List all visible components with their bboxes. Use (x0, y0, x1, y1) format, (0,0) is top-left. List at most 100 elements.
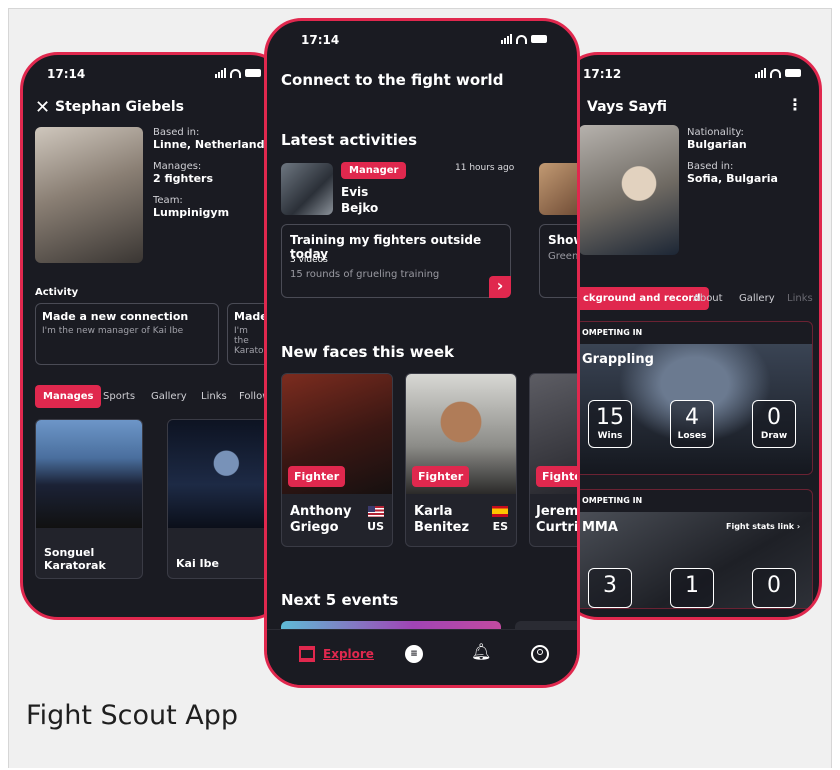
fighter-tag: Fighte (536, 466, 577, 487)
activity-author[interactable]: Evis Bejko (341, 184, 381, 216)
profile-screen-vays: 17:12 Vays Sayfi ⋮ Nationality: Bulgaria… (560, 52, 822, 620)
fight-stats-link[interactable]: Fight stats link › (726, 522, 800, 531)
signal-icon (215, 68, 226, 78)
tab-links[interactable]: Links (787, 293, 813, 304)
fighter-tag: Fighter (288, 466, 346, 487)
wifi-icon (770, 68, 781, 78)
post-description: Green (548, 251, 579, 262)
latest-activities-heading: Latest activities (281, 131, 418, 149)
stat-label: Loses (677, 431, 707, 441)
activity-photo (281, 163, 333, 215)
activity-card[interactable]: Made a new connection I'm the new manage… (35, 303, 219, 365)
tab-manages[interactable]: Manages (35, 385, 102, 408)
competing-label: OMPETING IN (582, 328, 643, 337)
fighter-photo (168, 420, 274, 528)
stat-loses: 4 Loses (670, 400, 714, 448)
battery-icon (785, 69, 801, 77)
profile-title: Stephan Giebels (55, 99, 184, 115)
fighter-card[interactable]: Fighter Karla Benitez ES (405, 373, 517, 547)
fighter-name: Anthony Griego (290, 504, 352, 535)
tab-sports[interactable]: Sports (103, 391, 135, 402)
us-flag-icon (368, 506, 384, 517)
tab-about[interactable]: About (693, 293, 723, 304)
post-description: 15 rounds of grueling training (290, 269, 440, 280)
notifications-icon[interactable]: 🔔︎ (471, 642, 491, 661)
status-time: 17:12 (583, 67, 622, 81)
wifi-icon (230, 68, 241, 78)
stat-box: 0 (752, 568, 796, 608)
stat-value: 1 (685, 573, 699, 598)
managed-fighter-card[interactable]: Kai Ibe (167, 419, 275, 579)
tab-gallery[interactable]: Gallery (151, 391, 187, 402)
info-value: Bulgarian (687, 138, 747, 151)
status-bar: 17:14 (301, 33, 547, 49)
stat-value: 4 (685, 405, 699, 430)
fighter-name: Kai Ibe (176, 557, 219, 570)
battery-icon (245, 69, 261, 77)
competing-label: OMPETING IN (582, 496, 643, 505)
activity-time: 11 hours ago (455, 163, 515, 173)
fighter-tag: Fighter (412, 466, 470, 487)
fighter-card[interactable]: Fighter Anthony Griego US (281, 373, 393, 547)
profile-title: Vays Sayfi (587, 99, 668, 115)
stat-box: 3 (588, 568, 632, 608)
sport-name: MMA (582, 520, 618, 535)
more-options-icon[interactable]: ⋮ (787, 95, 803, 114)
stat-draw: 0 Draw (752, 400, 796, 448)
signal-icon (501, 34, 512, 44)
page-title: Connect to the fight world (281, 71, 504, 89)
stat-value: 3 (603, 573, 617, 598)
nav-explore[interactable]: Explore (299, 646, 374, 662)
fighter-card[interactable]: Fighte Jerem Curtric (529, 373, 579, 547)
chevron-right-icon: › (796, 522, 801, 531)
country-code: US (367, 520, 384, 533)
profile-icon[interactable] (531, 645, 549, 663)
status-time: 17:14 (47, 67, 86, 81)
activity-text: I'm the new manager of Kai Ibe (42, 326, 184, 336)
info-value: Sofia, Bulgaria (687, 172, 778, 185)
stat-wins: 15 Wins (588, 400, 632, 448)
nav-explore-label: Explore (323, 647, 374, 661)
status-bar: 17:14 (47, 67, 261, 83)
status-bar: 17:12 (583, 67, 801, 83)
stat-value: 0 (767, 573, 781, 598)
status-time: 17:14 (301, 33, 340, 47)
events-heading: Next 5 events (281, 591, 399, 609)
post-videos: 3 videos (290, 255, 328, 265)
profile-screen-stephan: 17:14 ✕ Stephan Giebels Based in: Linne,… (20, 52, 288, 620)
profile-photo (579, 125, 679, 255)
es-flag-icon (492, 506, 508, 517)
close-icon[interactable]: ✕ (35, 97, 50, 118)
link-label: Fight stats link (726, 522, 795, 531)
activity-photo (539, 163, 577, 215)
signal-icon (755, 68, 766, 78)
activity-post-card[interactable]: Show Green (539, 224, 579, 298)
stat-value: 15 (596, 405, 624, 430)
fighter-photo (36, 420, 142, 528)
tab-background-record[interactable]: ckground and record (575, 287, 709, 310)
stat-label: Wins (597, 431, 623, 441)
bottom-navigation: Explore ≡ 🔔︎ (267, 629, 577, 685)
caption: Fight Scout App (26, 700, 239, 731)
chevron-right-icon[interactable]: › (489, 276, 511, 298)
activity-heading: Activity (35, 287, 79, 298)
stat-value: 0 (767, 405, 781, 430)
explore-screen: 17:14 Connect to the fight world Latest … (264, 18, 580, 688)
country-code: ES (492, 520, 508, 533)
profile-photo (35, 127, 143, 263)
tab-gallery[interactable]: Gallery (739, 293, 775, 304)
sport-name: Grappling (582, 352, 654, 367)
stat-label: Draw (760, 431, 788, 441)
managed-fighter-card[interactable]: Songuel Karatorak (35, 419, 143, 579)
manager-badge: Manager (341, 162, 407, 179)
activity-post-card[interactable]: Training my fighters outside today 3 vid… (281, 224, 511, 298)
fighter-name: Songuel Karatorak (44, 546, 106, 572)
chat-icon[interactable]: ≡ (405, 645, 423, 663)
explore-icon (299, 646, 315, 662)
stat-box: 1 (670, 568, 714, 608)
fighter-name: Jerem Curtric (536, 504, 579, 535)
battery-icon (531, 35, 547, 43)
tab-links[interactable]: Links (201, 391, 227, 402)
wifi-icon (516, 34, 527, 44)
competing-card-grappling: OMPETING IN Grappling 15 Wins 4 Loses 0 … (575, 321, 813, 475)
